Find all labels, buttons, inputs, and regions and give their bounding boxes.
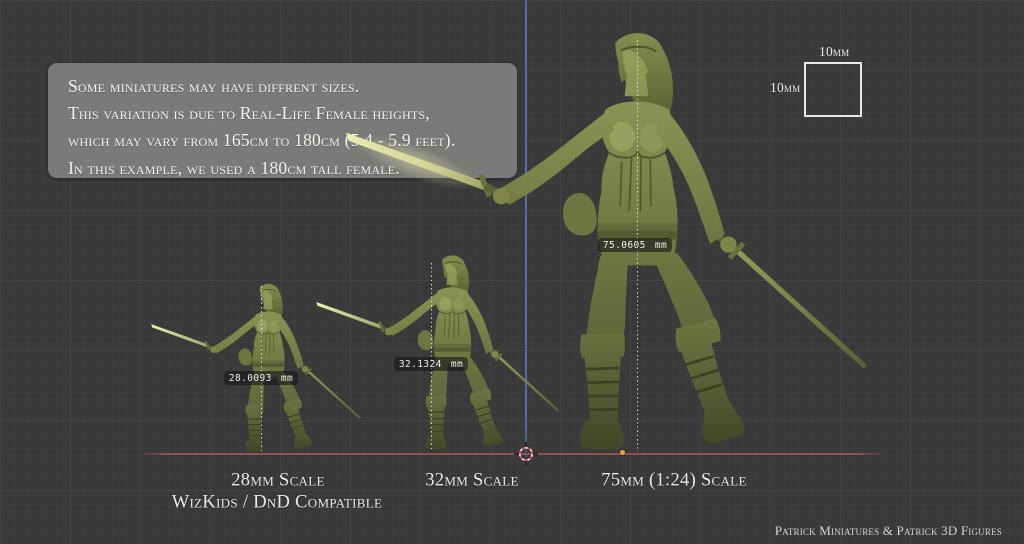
ruler-label-side: 10mm	[770, 80, 800, 96]
footer-credit: Patrick Miniatures & Patrick 3D Figures	[775, 523, 1002, 539]
blender-viewport[interactable]: Some miniatures may have diffrent sizes.…	[0, 0, 1024, 544]
scale-label-32mm: 32mm Scale	[425, 471, 518, 492]
ruler-label-top: 10mm	[819, 44, 849, 60]
measurement-badge-75mm: 75.0605 mm	[598, 238, 672, 252]
scale-label-28mm: 28mm Scale	[231, 471, 324, 492]
measurement-badge-28mm: 28.0093 mm	[224, 371, 298, 385]
measurement-badge-32mm: 32.1324 mm	[394, 357, 468, 371]
scale-label-75mm: 75mm (1:24) Scale	[601, 471, 746, 492]
measurement-line-28mm	[261, 286, 262, 452]
scale-sublabel-wizkids: WizKids / DnD Compatible	[172, 493, 382, 514]
3d-cursor-icon[interactable]	[513, 441, 539, 467]
10mm-reference-square	[804, 62, 862, 117]
